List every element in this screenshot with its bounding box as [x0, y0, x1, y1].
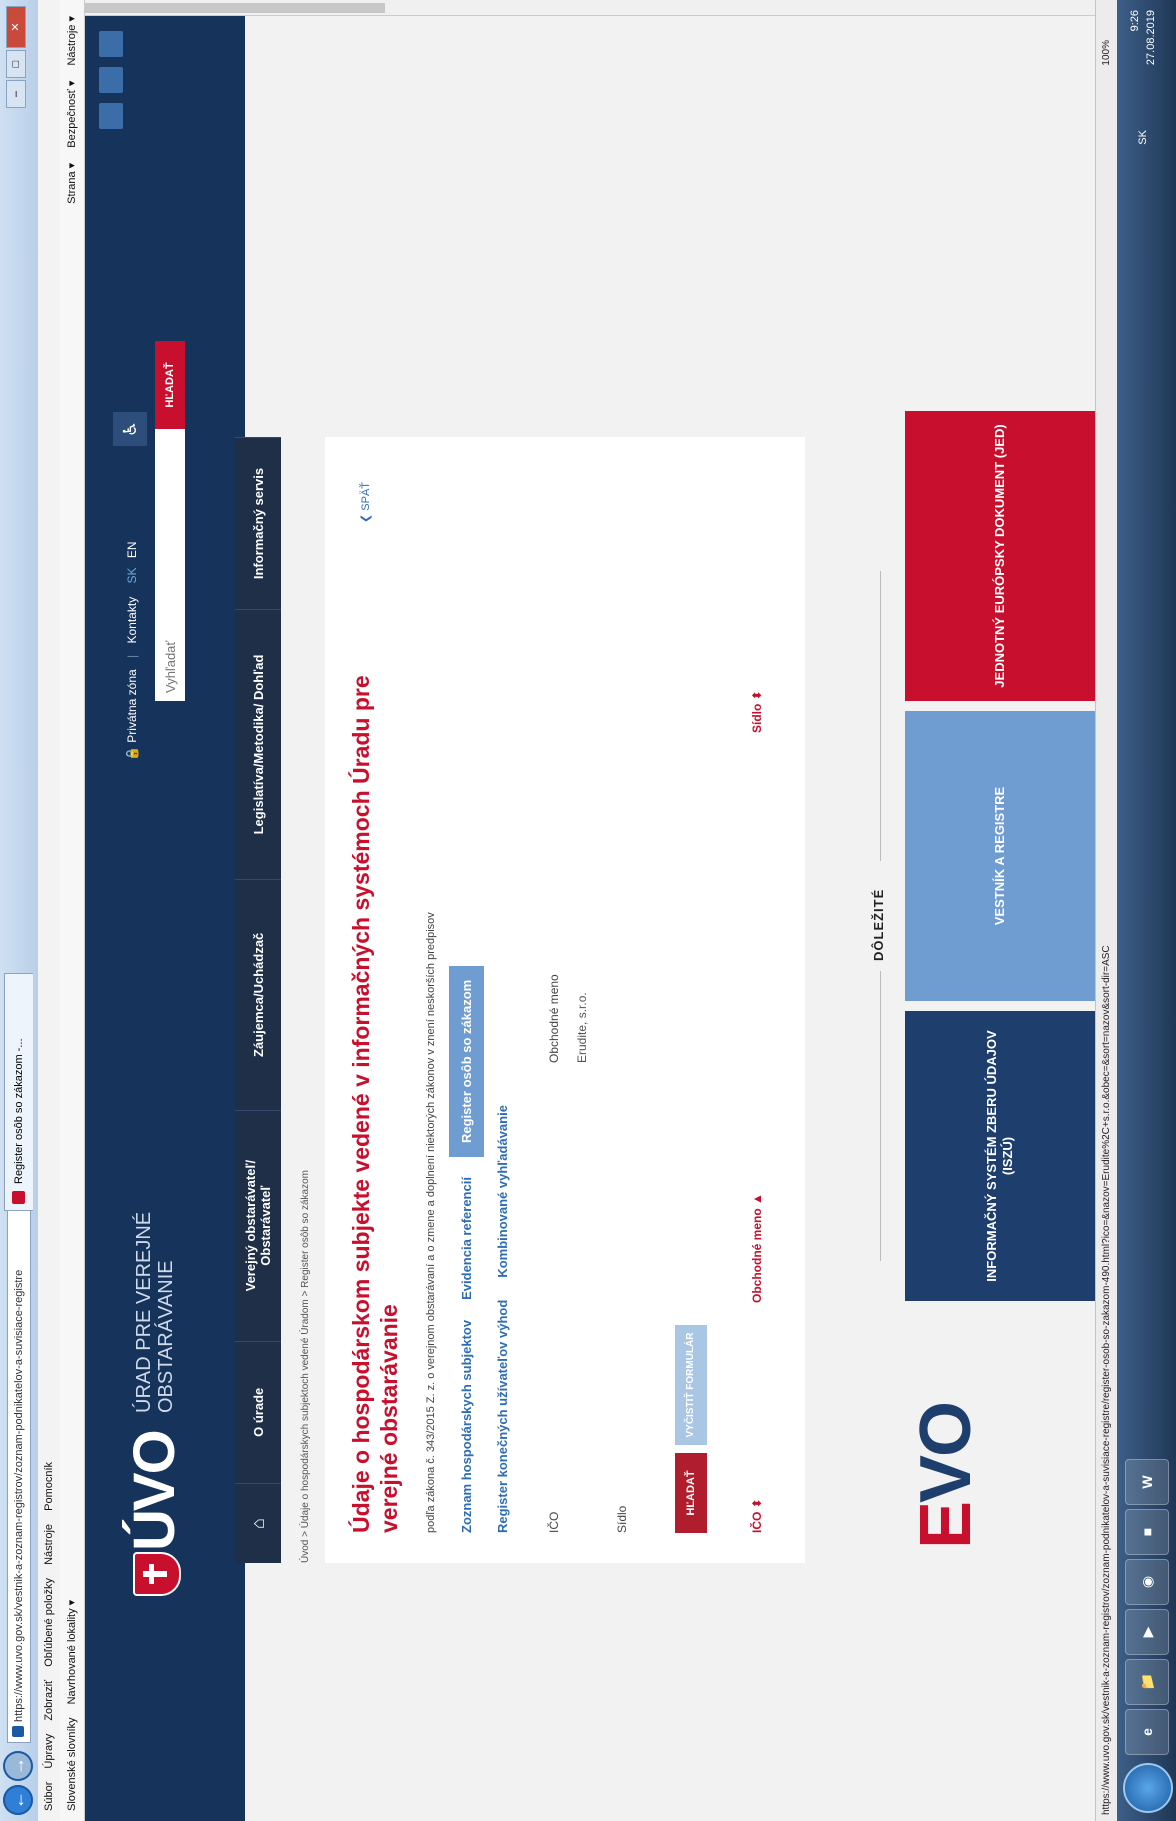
start-button-icon[interactable] — [1123, 1763, 1173, 1813]
slovak-coat-of-arms-icon — [133, 1552, 181, 1596]
private-zone-link[interactable]: Privátna zóna — [125, 669, 139, 742]
important-heading: DÔLEŽITÉ — [871, 888, 886, 961]
nav-zaujemca-uchadzac[interactable]: Záujemca/Uchádzač — [235, 878, 281, 1110]
column-sidlo[interactable]: Sídlo ⬍ — [750, 690, 764, 733]
vertical-scrollbar[interactable] — [85, 0, 1095, 16]
site-logo-subtitle: ÚRAD PRE VEREJNÉ OBSTARÁVANIE — [133, 1211, 177, 1413]
scrollbar-thumb[interactable] — [85, 3, 385, 13]
favorite-suggested-sites[interactable]: Navrhované lokality ▾ — [66, 1600, 78, 1705]
column-obchodne-meno[interactable]: Obchodné meno ▲ — [750, 1193, 764, 1303]
menu-view[interactable]: Zobraziť — [43, 1680, 55, 1721]
site-header: ÚVO ÚRAD PRE VEREJNÉ OBSTARÁVANIE 🔒 Priv… — [85, 15, 245, 1821]
tab-register-konecnych-uzivatelov[interactable]: Register konečných užívateľov výhod — [495, 1300, 510, 1533]
clock-date[interactable]: 27.08.2019 — [1143, 10, 1159, 65]
command-tools[interactable]: Nástroje ▾ — [66, 16, 78, 66]
obchodne-meno-label: Obchodné meno — [547, 974, 561, 1063]
menu-bar: Súbor Úpravy Zobraziť Obľúbené položky N… — [38, 0, 61, 1821]
lang-sk-link[interactable]: SK — [125, 567, 139, 583]
address-bar[interactable]: https://www.uvo.gov.sk/vestnik-a-zoznam-… — [7, 1201, 31, 1743]
command-page[interactable]: Strana ▾ — [66, 163, 78, 204]
address-text: https://www.uvo.gov.sk/vestnik-a-zoznam-… — [13, 1269, 25, 1722]
lang-en-link[interactable]: EN — [125, 541, 139, 558]
media-player-icon[interactable]: ▶ — [1125, 1609, 1169, 1655]
browser-tab[interactable]: Register osôb so zákazom -... — [4, 973, 33, 1211]
site-logo[interactable]: ÚVO — [121, 1431, 188, 1551]
maximize-icon[interactable]: □ — [6, 50, 26, 78]
nav-legislativa[interactable]: Legislatíva/Metodika/ Dohľad — [235, 608, 281, 879]
chat-icon[interactable] — [99, 67, 123, 93]
breadcrumb[interactable]: Úvod > Údaje o hospodárskych subjektoch … — [300, 1170, 311, 1563]
command-safety[interactable]: Bezpečnosť ▾ — [66, 81, 78, 148]
keyboard-language[interactable]: SK — [1135, 130, 1151, 145]
menu-edit[interactable]: Úpravy — [43, 1734, 55, 1769]
evo-logo[interactable]: EVO — [905, 1403, 987, 1549]
register-tabs-row2: Register konečných užívateľov výhod Komb… — [495, 1105, 510, 1533]
clear-form-button[interactable]: VYČISTIŤ FORMULÁR — [675, 1325, 707, 1445]
system-tray: SK 9:26 27.08.2019 — [1127, 10, 1159, 145]
top-links: 🔒 Privátna zóna | Kontakty SK EN — [125, 541, 139, 761]
register-tabs-row1: Zoznam hospodárskych subjektov Evidencia… — [449, 965, 484, 1533]
print-icon[interactable] — [99, 31, 123, 57]
tile-vestnik-a-registre[interactable]: VESTNÍK A REGISTRE — [905, 711, 1095, 1001]
contacts-link[interactable]: Kontakty — [125, 597, 139, 644]
command-bar: Strana ▾ Bezpečnosť ▾ Nástroje ▾ — [60, 16, 84, 216]
forward-arrow-icon[interactable]: → — [3, 1751, 33, 1781]
tab-register-osob-so-zakazom[interactable]: Register osôb so zákazom — [449, 965, 484, 1158]
status-url: https://www.uvo.gov.sk/vestnik-a-zoznam-… — [1101, 945, 1112, 1815]
search-button[interactable]: HĽADAŤ — [155, 341, 185, 429]
tab-title: Register osôb so zákazom -... — [13, 1038, 25, 1184]
screen: ← → https://www.uvo.gov.sk/vestnik-a-zoz… — [0, 0, 1176, 1821]
search-input[interactable] — [155, 415, 185, 701]
status-bar: https://www.uvo.gov.sk/vestnik-a-zoznam-… — [1095, 0, 1118, 1821]
rss-icon[interactable] — [99, 103, 123, 129]
home-icon[interactable]: ⌂ — [235, 1483, 281, 1563]
favorite-slovenske-slovniky[interactable]: Slovenské slovníky — [66, 1717, 78, 1811]
tab-evidencia-referencii[interactable]: Evidencia referencií — [459, 1177, 474, 1300]
back-link[interactable]: ❮ SPÄŤ — [359, 482, 372, 523]
window-controls: – □ ✕ — [6, 6, 26, 108]
tile-jed[interactable]: JEDNOTNÝ EURÓPSKY DOKUMENT (JED) — [905, 411, 1095, 701]
content-card: Údaje o hospodárskom subjekte vedené v i… — [325, 437, 805, 1563]
clock-time[interactable]: 9:26 — [1127, 10, 1143, 65]
favorites-bar: Slovenské slovníky Navrhované lokality ▾ — [60, 0, 85, 1821]
obchodne-meno-field[interactable]: Erudite, s.r.o. — [575, 992, 589, 1063]
file-explorer-icon[interactable]: 📁 — [1125, 1659, 1169, 1705]
chrome-icon[interactable]: ◉ — [1125, 1559, 1169, 1605]
main-navigation: ⌂ O úrade Verejný obstarávateľ/ Obstaráv… — [235, 437, 281, 1563]
divider — [880, 971, 881, 1261]
menu-tools[interactable]: Nástroje — [43, 1524, 55, 1565]
tile-iszu[interactable]: INFORMAČNÝ SYSTÉM ZBERU ÚDAJOV (ISZÚ) — [905, 1011, 1095, 1301]
nav-verejny-obstaravatel[interactable]: Verejný obstarávateľ/ Obstarávateľ — [235, 1109, 281, 1341]
tab-favicon-icon — [12, 1191, 25, 1204]
divider — [880, 571, 881, 861]
form-search-button[interactable]: HĽADAŤ — [675, 1453, 707, 1533]
back-label: SPÄŤ — [360, 481, 372, 511]
header-social-icons — [99, 31, 123, 129]
ico-label: IČO — [547, 1511, 561, 1533]
page-viewport: ÚVO ÚRAD PRE VEREJNÉ OBSTARÁVANIE 🔒 Priv… — [85, 15, 1095, 1821]
column-ico[interactable]: IČO ⬍ — [750, 1498, 764, 1533]
taskbar: e 📁 ▶ ◉ ■ W SK 9:26 27.08.2019 — [1117, 0, 1176, 1821]
browser-toolbar: ← → https://www.uvo.gov.sk/vestnik-a-zoz… — [0, 0, 39, 1821]
page-title: Údaje o hospodárskom subjekte vedené v i… — [348, 675, 402, 1533]
minimize-icon[interactable]: – — [6, 80, 26, 108]
nav-informacny-servis[interactable]: Informačný servis — [235, 437, 281, 609]
menu-favorites[interactable]: Obľúbené položky — [43, 1578, 55, 1667]
sidlo-label: Sídlo — [615, 1505, 629, 1533]
back-arrow-icon[interactable]: ← — [3, 1785, 33, 1815]
word-icon[interactable]: W — [1125, 1459, 1169, 1505]
tab-kombinovane-vyhladavanie[interactable]: Kombinované vyhľadávanie — [495, 1105, 510, 1278]
app-icon[interactable]: ■ — [1125, 1509, 1169, 1555]
zoom-level[interactable]: 100% — [1096, 40, 1118, 66]
tab-zoznam-hospodarskych-subjektov[interactable]: Zoznam hospodárskych subjektov — [459, 1320, 474, 1533]
favicon-icon — [12, 1726, 24, 1737]
page-subtitle: podľa zákona č. 343/2015 Z. z. o verejno… — [425, 912, 437, 1533]
nav-o-urade[interactable]: O úrade — [235, 1340, 281, 1484]
internet-explorer-icon[interactable]: e — [1125, 1709, 1169, 1755]
menu-file[interactable]: Súbor — [43, 1782, 55, 1811]
accessibility-icon[interactable]: ♿ — [113, 412, 147, 446]
close-icon[interactable]: ✕ — [6, 6, 26, 48]
lock-icon: 🔒 — [125, 746, 139, 761]
menu-help[interactable]: Pomocník — [43, 1462, 55, 1511]
